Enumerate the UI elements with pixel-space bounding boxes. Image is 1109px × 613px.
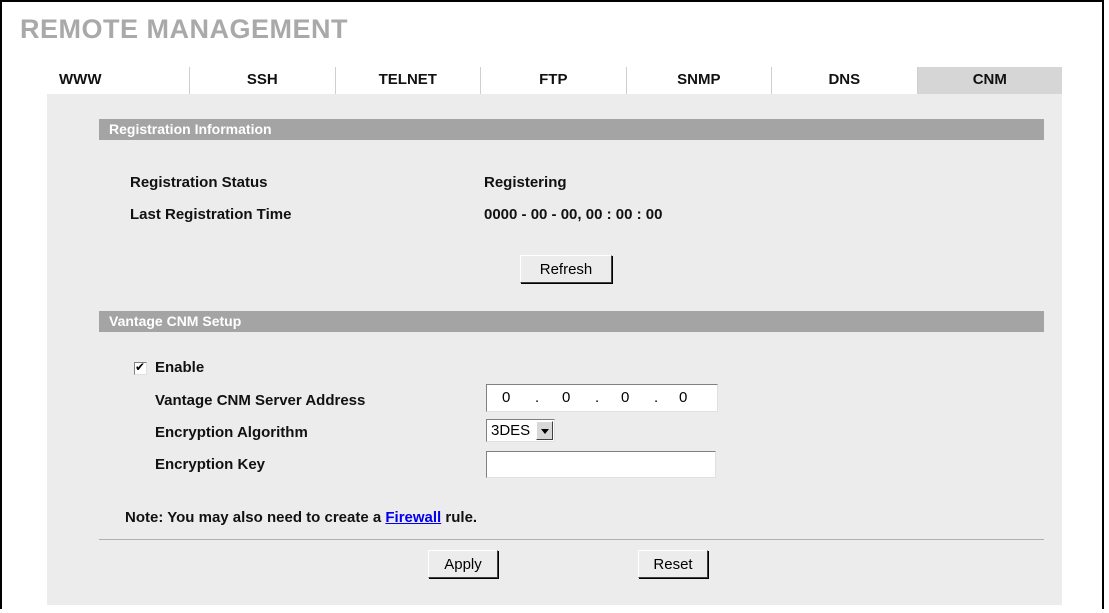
note-prefix: Note: You may also need to create a: [125, 509, 386, 526]
registration-section-header: Registration Information: [99, 119, 1044, 140]
divider: [99, 539, 1044, 540]
page-title: REMOTE MANAGEMENT: [20, 14, 348, 44]
tab-dns[interactable]: DNS: [772, 67, 918, 94]
ip-octet-4: 0: [679, 389, 688, 406]
encryption-key-input[interactable]: [486, 451, 716, 478]
tab-ftp[interactable]: FTP: [481, 67, 627, 94]
tab-telnet[interactable]: TELNET: [335, 67, 482, 94]
firewall-note: Note: You may also need to create a Fire…: [125, 509, 477, 526]
content-panel: Registration Information Registration St…: [47, 94, 1062, 605]
tab-www[interactable]: WWW: [47, 67, 191, 94]
note-suffix: rule.: [441, 509, 478, 526]
ip-dot: .: [654, 389, 659, 406]
refresh-button[interactable]: Refresh: [520, 255, 612, 283]
vantage-cnm-section-header: Vantage CNM Setup: [99, 311, 1044, 332]
firewall-link[interactable]: Firewall: [385, 509, 441, 526]
encryption-algorithm-select[interactable]: 3DES: [486, 419, 555, 442]
ip-dot: .: [595, 389, 600, 406]
ip-octet-1: 0: [502, 389, 511, 406]
encryption-key-label: Encryption Key: [155, 456, 266, 473]
ip-octet-3: 0: [621, 389, 630, 406]
server-address-label: Vantage CNM Server Address: [155, 392, 366, 409]
ip-octet-2: 0: [562, 389, 571, 406]
last-registration-time-label: Last Registration Time: [130, 206, 292, 223]
registration-status-label: Registration Status: [130, 174, 268, 191]
enable-label: Enable: [155, 359, 205, 376]
registration-status-value: Registering: [484, 174, 567, 191]
last-registration-time-value: 0000 - 00 - 00, 00 : 00 : 00: [484, 206, 663, 223]
encryption-algorithm-value: 3DES: [491, 422, 531, 439]
ip-dot: .: [535, 389, 540, 406]
chevron-down-icon[interactable]: [536, 421, 553, 440]
encryption-algorithm-label: Encryption Algorithm: [155, 424, 308, 441]
apply-button[interactable]: Apply: [428, 550, 498, 578]
tab-ssh[interactable]: SSH: [190, 67, 336, 94]
reset-button[interactable]: Reset: [638, 550, 708, 578]
tab-cnm[interactable]: CNM: [917, 67, 1063, 94]
server-address-input[interactable]: 0 . 0 . 0 . 0: [486, 384, 718, 412]
enable-checkbox[interactable]: [134, 360, 147, 375]
tab-bar: WWW SSH TELNET FTP SNMP DNS CNM: [47, 67, 1063, 95]
tab-snmp[interactable]: SNMP: [626, 67, 773, 94]
